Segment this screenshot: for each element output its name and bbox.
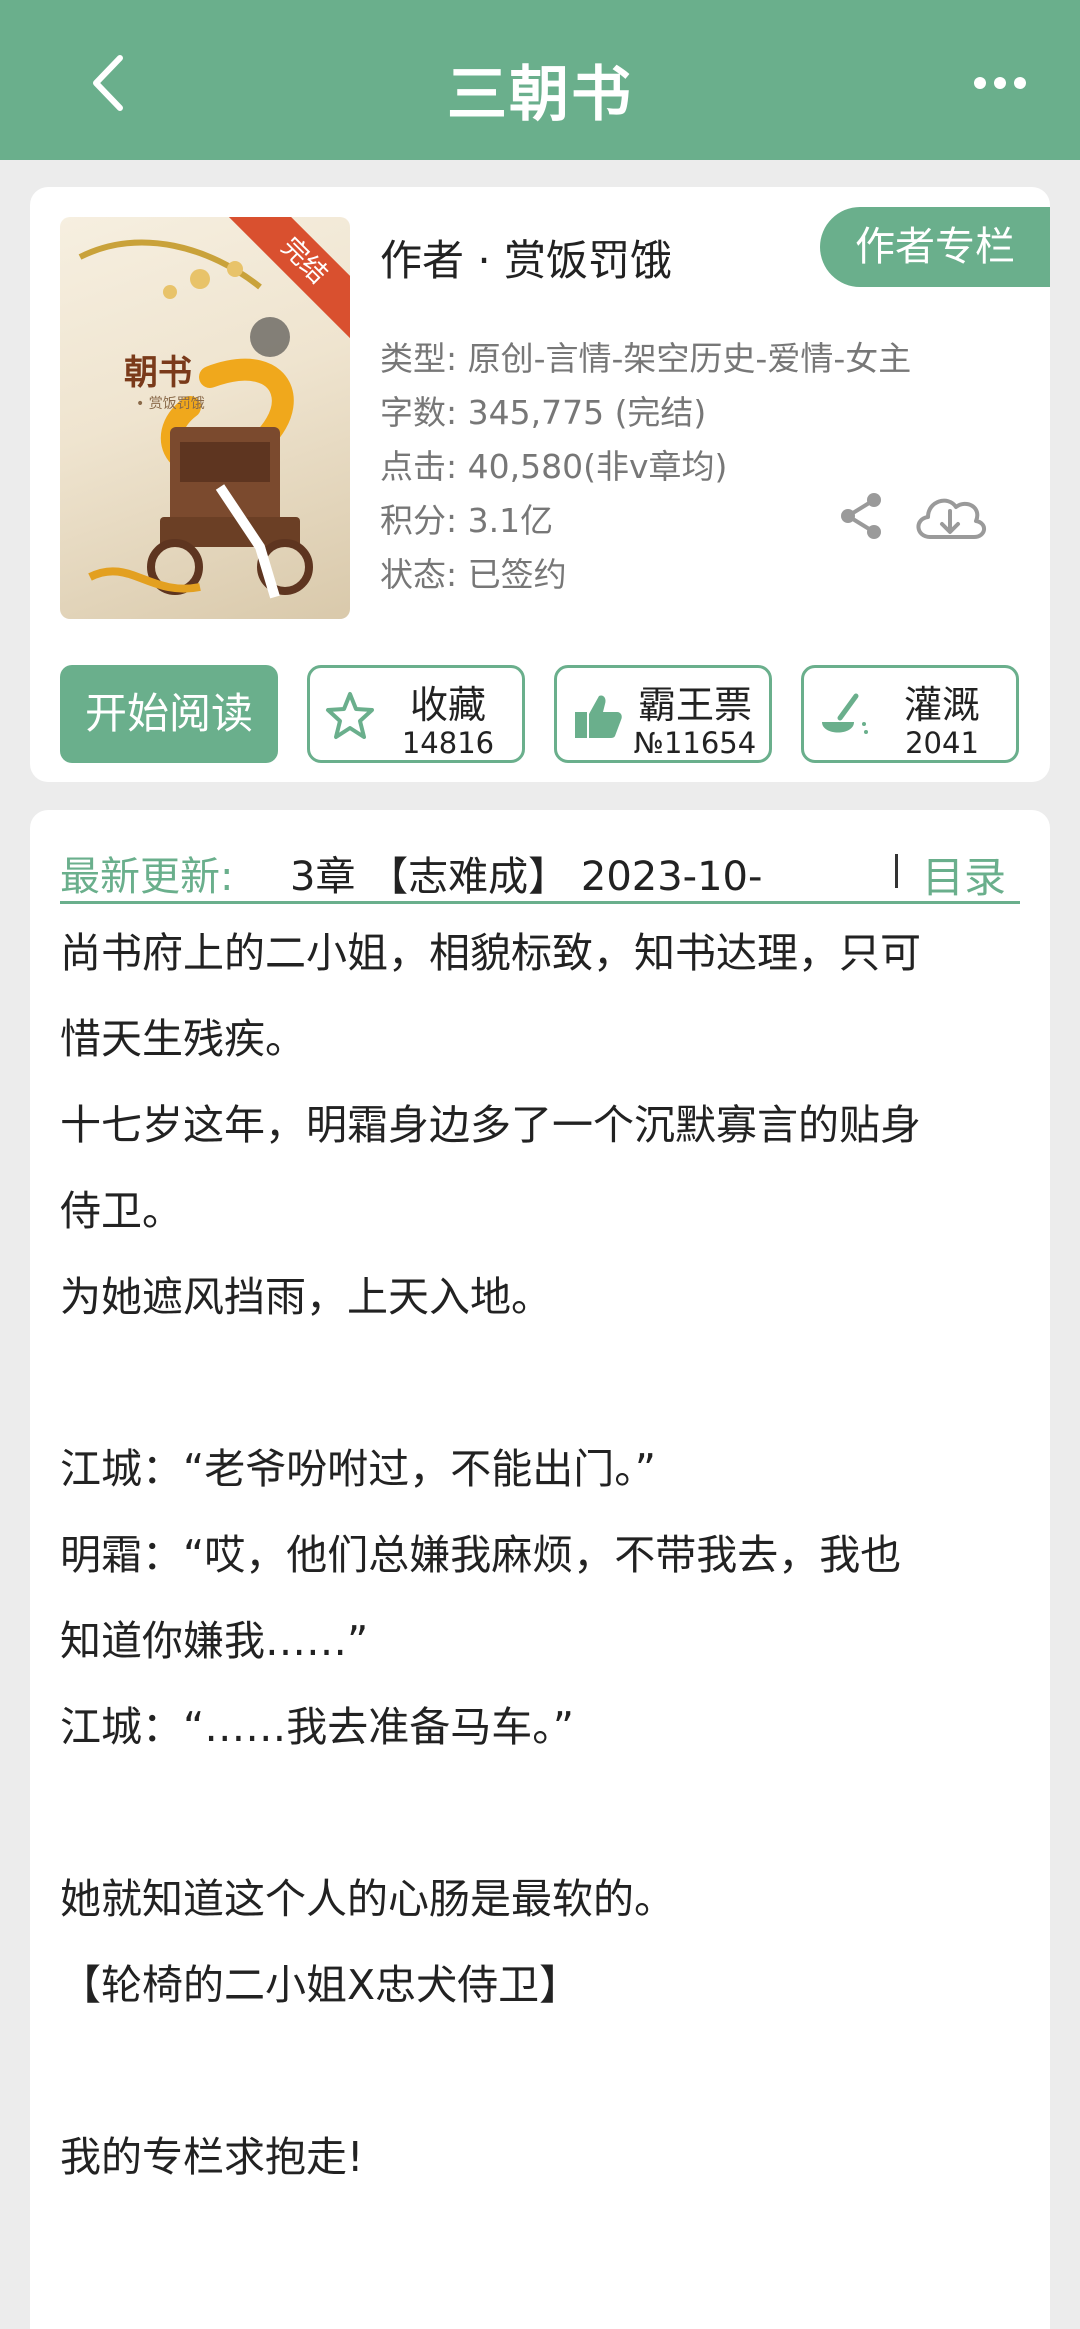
- thumbs-up-icon: [575, 695, 622, 738]
- ticket-button[interactable]: 霸王票 №11654: [554, 665, 772, 763]
- book-cover[interactable]: 完结 朝书 • 赏饭罚饿: [60, 217, 350, 619]
- description-line: 知道你嫌我……”: [60, 1617, 369, 1665]
- collect-button[interactable]: 收藏 14816: [307, 665, 525, 763]
- cover-title: 朝书: [124, 353, 192, 393]
- meta-score: 积分: 3.1亿: [380, 494, 553, 542]
- share-icon[interactable]: [836, 490, 888, 542]
- meta-status: 状态: 已签约: [380, 548, 567, 596]
- meta-value: 345,775 (完结): [467, 393, 707, 432]
- description-line: 为她遮风挡雨，上天入地。: [60, 1273, 552, 1321]
- meta-word-count: 字数: 345,775 (完结): [380, 386, 706, 434]
- cover-subtitle: • 赏饭罚饿: [136, 396, 205, 412]
- ticket-label: 霸王票: [637, 683, 752, 727]
- description-line: 明霜：“哎，他们总嫌我麻烦，不带我去，我也: [60, 1531, 902, 1579]
- meta-key: 字数:: [380, 393, 468, 432]
- meta-genre: 类型: 原创-言情-架空历史-爱情-女主: [380, 332, 911, 380]
- page-title: 三朝书: [447, 60, 633, 130]
- description-card: 最新更新: 3章 【志难成】 2023-10- 目录 尚书府上的二小姐，相貌标致…: [30, 810, 1050, 2329]
- table-of-contents-link[interactable]: 目录: [922, 844, 1006, 905]
- water-count: 2041: [905, 726, 979, 760]
- description-line: [60, 1340, 1040, 1426]
- book-info-card: 完结 朝书 • 赏饭罚饿 作者 · 赏饭罚饿 作者专栏 类型: 原创-言情-架空…: [30, 187, 1050, 782]
- description-line: 惜天生残疾。: [60, 1015, 306, 1063]
- start-reading-button[interactable]: 开始阅读: [60, 665, 278, 763]
- description-line: 侍卫。: [60, 1187, 183, 1235]
- divider: [895, 854, 898, 888]
- water-label: 灌溉: [903, 683, 980, 727]
- top-bar: 三朝书: [0, 0, 1080, 160]
- latest-update-info[interactable]: 3章 【志难成】 2023-10-: [290, 844, 890, 902]
- description-line: 她就知道这个人的心肠是最软的。: [60, 1875, 675, 1923]
- meta-clicks: 点击: 40,580(非v章均): [380, 440, 727, 488]
- description-line: [60, 1770, 1040, 1856]
- description-line: 我的专栏求抱走!: [60, 2133, 364, 2181]
- meta-key: 积分:: [380, 501, 468, 540]
- water-button[interactable]: 灌溉 2041: [801, 665, 1019, 763]
- star-icon: [326, 692, 374, 739]
- meta-key: 类型:: [380, 339, 468, 378]
- description-line: [60, 2028, 1040, 2114]
- author-name[interactable]: 作者 · 赏饭罚饿: [380, 227, 672, 288]
- watering-icon: [822, 693, 868, 734]
- cloud-download-icon[interactable]: [910, 487, 990, 547]
- book-description: 尚书府上的二小姐，相貌标致，知书达理，只可 惜天生残疾。 十七岁这年，明霜身边多…: [60, 910, 1040, 2200]
- meta-key: 状态:: [380, 555, 468, 594]
- description-line: 江城：“老爷吩咐过，不能出门。”: [60, 1445, 656, 1493]
- description-line: 江城：“……我去准备马车。”: [60, 1703, 574, 1751]
- description-line: 尚书府上的二小姐，相貌标致，知书达理，只可: [60, 929, 921, 977]
- latest-update-label: 最新更新:: [60, 854, 234, 900]
- ticket-count: №11654: [633, 726, 757, 760]
- author-column-button[interactable]: 作者专栏: [820, 207, 1050, 287]
- description-line: 十七岁这年，明霜身边多了一个沉默寡言的贴身: [60, 1101, 921, 1149]
- meta-value: 已签约: [467, 555, 567, 594]
- meta-key: 点击:: [380, 447, 468, 486]
- collect-count: 14816: [401, 726, 495, 760]
- meta-value: 原创-言情-架空历史-爱情-女主: [467, 339, 912, 378]
- meta-value: 3.1亿: [467, 501, 554, 540]
- collect-label: 收藏: [409, 683, 486, 727]
- more-horizontal-icon[interactable]: [970, 68, 1030, 98]
- latest-update-bar: 最新更新: 3章 【志难成】 2023-10- 目录: [60, 834, 1020, 904]
- description-line: 【轮椅的二小姐X忠犬侍卫】: [60, 1961, 581, 2009]
- meta-value: 40,580(非v章均): [467, 447, 728, 486]
